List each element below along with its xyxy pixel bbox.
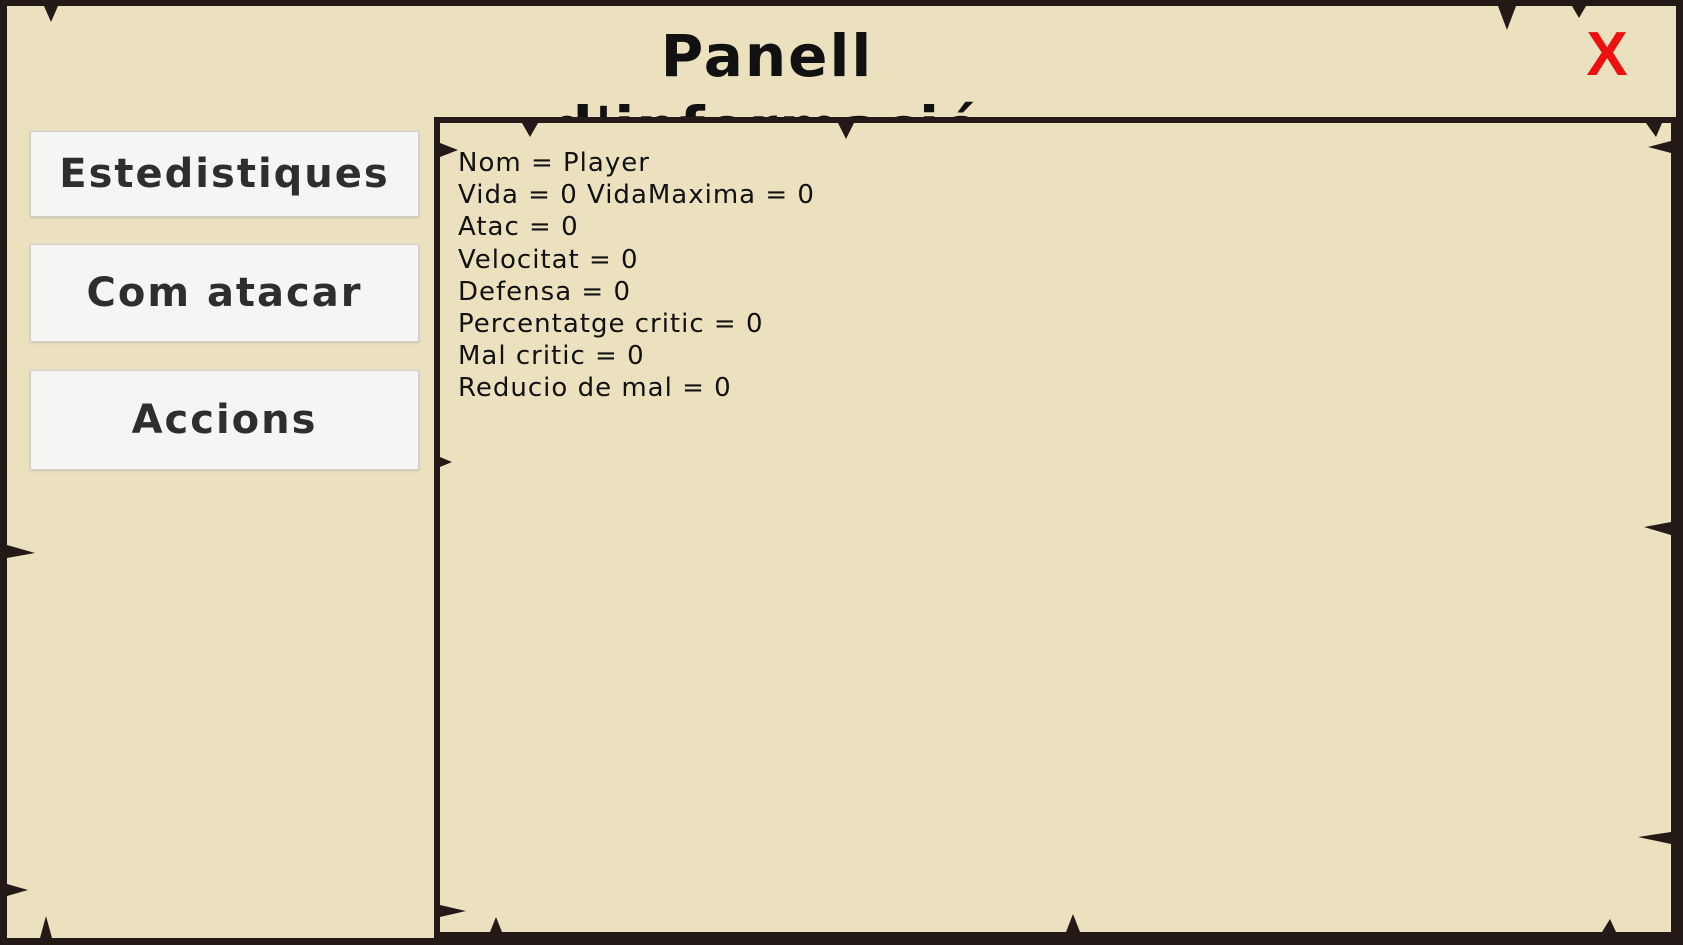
stat-name: Nom = Player [458, 148, 650, 178]
stat-health: Vida = 0 VidaMaxima = 0 [458, 180, 815, 211]
info-panel: Panell d'informació X Estedistiques Com … [0, 0, 1683, 945]
actions-button[interactable]: Accions [30, 370, 419, 470]
stat-defense: Defensa = 0 [458, 276, 631, 307]
how-to-attack-button[interactable]: Com atacar [30, 244, 419, 342]
stat-damage-reduction: Reducio de mal = 0 [458, 373, 732, 404]
stat-crit-damage: Mal critic = 0 [458, 341, 645, 372]
stats-button[interactable]: Estedistiques [30, 131, 419, 217]
stat-attack: Atac = 0 [458, 212, 579, 243]
stat-speed: Velocitat = 0 [458, 244, 639, 275]
stats-text: Nom = Player Vida = 0 VidaMaxima = 0 Ata… [458, 147, 815, 405]
close-button[interactable]: X [1572, 20, 1642, 90]
info-content-box: Nom = Player Vida = 0 VidaMaxima = 0 Ata… [434, 117, 1677, 938]
close-icon: X [1586, 20, 1628, 89]
stat-crit-percent: Percentatge critic = 0 [458, 309, 764, 340]
